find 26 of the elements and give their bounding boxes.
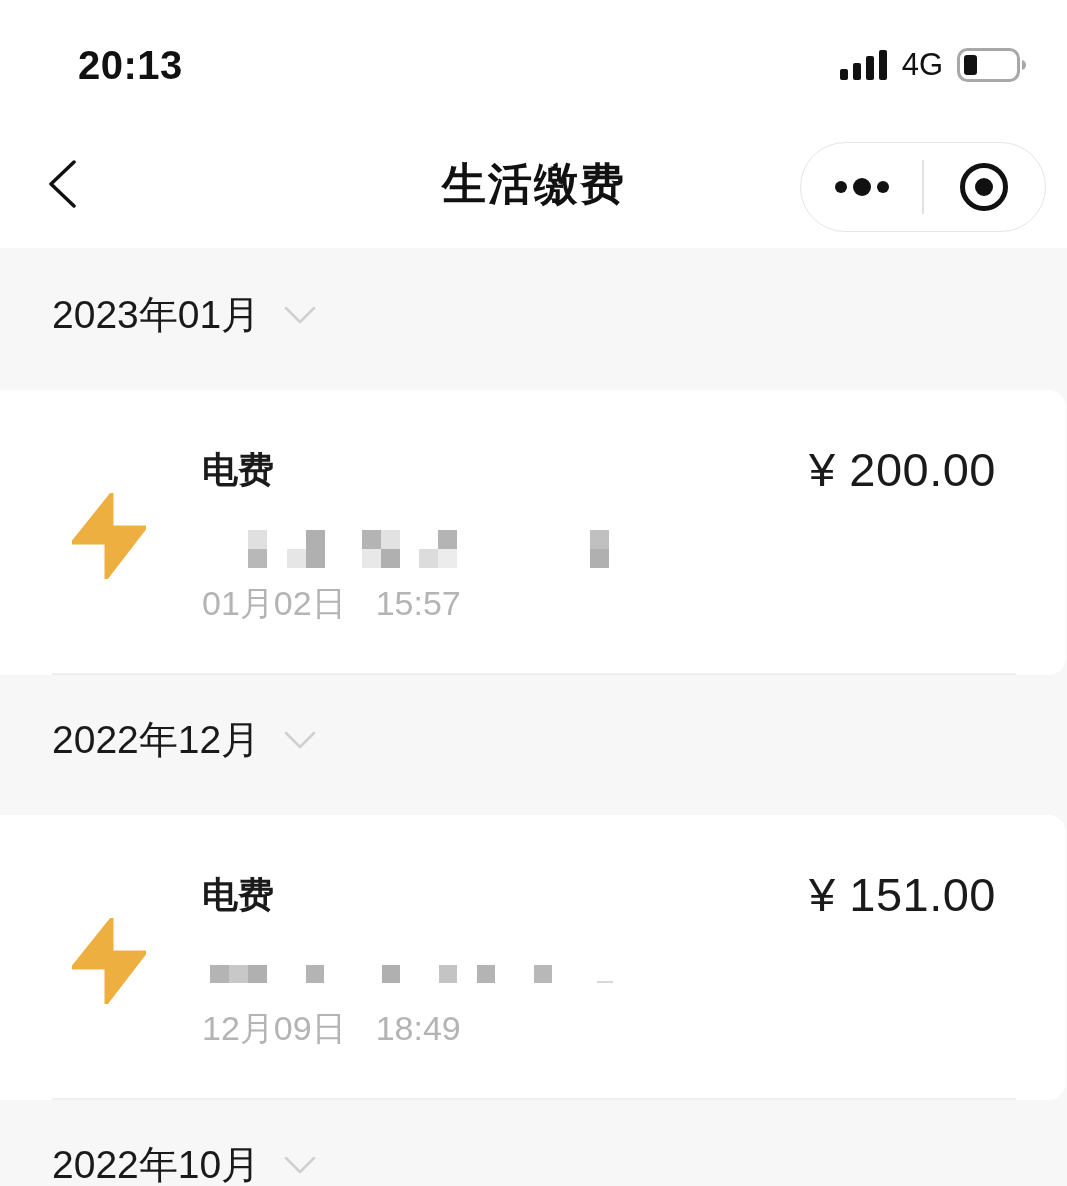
bill-amount: ¥ 200.00 [809,444,996,496]
bill-time: 15:57 [375,583,461,623]
network-type: 4G [901,47,943,83]
bill-amount: ¥ 151.00 [809,869,996,921]
battery-icon [957,48,1027,82]
bill-type: 电费 [202,873,274,917]
month-selector[interactable]: 2022年10月 [52,1145,317,1185]
status-time: 20:13 [78,42,183,88]
bill-time: 18:49 [375,1008,461,1048]
signal-icon [839,50,888,80]
chevron-down-icon [284,1156,317,1174]
chevron-down-icon [284,731,317,749]
chevron-down-icon [284,306,317,324]
back-chevron-icon [47,160,77,208]
bill-type: 电费 [202,448,274,492]
bill-record-card[interactable]: 电费 ¥ 200.00 01月02日 15:57 [0,390,1066,675]
month-selector[interactable]: 2022年12月 [52,720,317,760]
more-dots-icon [833,178,890,196]
bill-record-card[interactable]: 电费 ¥ 151.00 12月09日 18:49 [0,815,1066,1100]
bill-date: 12月09日 [202,1008,346,1048]
target-circle-icon [959,162,1010,212]
page-title: 生活缴费 [441,157,626,210]
month-selector[interactable]: 2023年01月 [52,295,317,335]
bill-date: 01月02日 [202,583,346,623]
lightning-bolt-icon [72,492,146,579]
lightning-bolt-icon [72,917,146,1004]
